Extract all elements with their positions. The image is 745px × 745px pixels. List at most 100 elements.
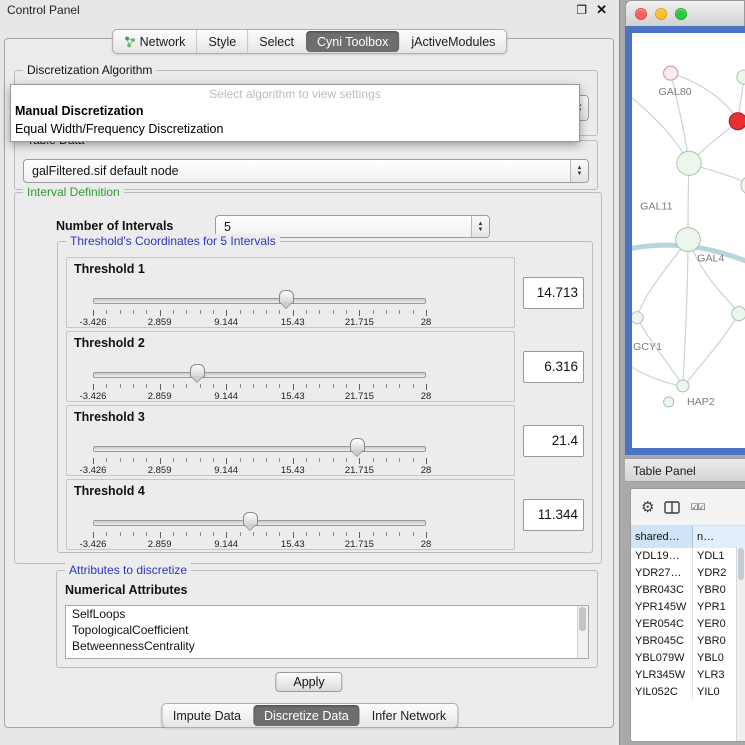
control-panel-window: Control Panel ❐ ✕ Discretization Algorit… <box>0 0 620 745</box>
tick-label: 28 <box>421 317 432 328</box>
threshold-value-field[interactable]: 6.316 <box>523 351 584 383</box>
node[interactable] <box>664 397 674 407</box>
tick-label: 28 <box>421 391 432 402</box>
tab-network[interactable]: Network <box>113 30 197 53</box>
node[interactable] <box>632 312 643 324</box>
table-row[interactable]: YDR27…YDR2 <box>631 565 745 582</box>
table-row[interactable]: YER054CYER0 <box>631 616 745 633</box>
network-nodes[interactable] <box>632 66 745 407</box>
tab-style[interactable]: Style <box>196 30 247 53</box>
numerical-attributes-list[interactable]: SelfLoopsTopologicalCoefficientBetweenne… <box>65 605 589 659</box>
threshold-slider[interactable] <box>93 368 426 380</box>
table-scrollbar[interactable] <box>736 547 745 741</box>
network-graph[interactable]: GAL80GAL11GAL4GCY1HAP2 <box>632 33 745 448</box>
tab-label: Discretize Data <box>264 709 349 723</box>
node[interactable] <box>677 380 689 392</box>
control-panel-title: Control Panel <box>0 3 80 17</box>
attributes-group: Attributes to discretize Numerical Attri… <box>56 570 598 668</box>
table-data-combobox[interactable]: galFiltered.sif default node <box>23 159 589 183</box>
node[interactable] <box>737 70 745 84</box>
column-header-1[interactable]: shared… <box>631 526 693 548</box>
tab-select[interactable]: Select <box>247 30 305 53</box>
combo-stepper-icon[interactable] <box>570 160 588 182</box>
list-item[interactable]: TopologicalCoefficient <box>66 622 588 638</box>
float-window-icon[interactable]: ❐ <box>576 0 587 20</box>
slider-ticks: -3.4262.8599.14415.4321.71528 <box>93 384 426 402</box>
screen: Control Panel ❐ ✕ Discretization Algorit… <box>0 0 745 745</box>
tab-label: Style <box>208 35 236 49</box>
table-row[interactable]: YDL19…YDL1 <box>631 548 745 565</box>
tick-label: -3.426 <box>80 317 107 328</box>
dropdown-option-equal-width-frequency[interactable]: Equal Width/Frequency Discretization <box>11 120 579 138</box>
control-panel-titlebar[interactable]: Control Panel ❐ ✕ <box>0 0 619 20</box>
slider-track <box>93 520 426 526</box>
network-window-titlebar[interactable] <box>625 0 745 26</box>
threshold-value-field[interactable]: 14.713 <box>523 277 584 309</box>
tab-impute-data[interactable]: Impute Data <box>162 704 252 727</box>
tick-label: 9.144 <box>214 465 238 476</box>
slider-ticks: -3.4262.8599.14415.4321.71528 <box>93 532 426 550</box>
traffic-light-close-icon[interactable] <box>635 8 647 20</box>
tab-jactivemodules[interactable]: jActiveModules <box>400 30 506 53</box>
cyni-bottom-tabs: Impute Data Discretize Data Infer Network <box>161 703 458 728</box>
node[interactable] <box>677 151 701 175</box>
threshold-slider[interactable] <box>93 294 426 306</box>
column-header-2[interactable]: n… <box>693 526 745 548</box>
threshold-slider[interactable] <box>93 516 426 528</box>
traffic-light-minimize-icon[interactable] <box>655 8 667 20</box>
slider-thumb-icon[interactable] <box>279 290 294 304</box>
threshold-slider[interactable] <box>93 442 426 454</box>
node[interactable] <box>732 307 745 321</box>
tick-label: 15.43 <box>281 539 305 550</box>
list-item[interactable]: SelfLoops <box>66 606 588 622</box>
threshold-label: Threshold 3 <box>74 410 145 424</box>
table-row[interactable]: YBR045CYBR0 <box>631 633 745 650</box>
threshold-panel: Threshold 2-3.4262.8599.14415.4321.71528 <box>66 331 515 402</box>
table-row[interactable]: YIL052CYIL0 <box>631 684 745 701</box>
tick-label: 28 <box>421 539 432 550</box>
tab-cyni-toolbox[interactable]: Cyni Toolbox <box>306 31 399 52</box>
tab-label: Impute Data <box>173 709 241 723</box>
tick-label: 21.715 <box>345 539 374 550</box>
table-cell: YDR27… <box>631 565 693 582</box>
table-cell: YLR345W <box>631 667 693 684</box>
tab-discretize-data[interactable]: Discretize Data <box>253 705 360 726</box>
gear-icon[interactable]: ⚙ <box>641 500 654 515</box>
traffic-light-zoom-icon[interactable] <box>675 8 687 20</box>
select-columns-icon[interactable]: ☑☑ <box>690 503 704 512</box>
threshold-panel: Threshold 1-3.4262.8599.14415.4321.71528 <box>66 257 515 328</box>
scrollbar-thumb[interactable] <box>579 607 586 631</box>
selected-node[interactable] <box>729 113 745 130</box>
threshold-row-1: Threshold 1-3.4262.8599.14415.4321.71528… <box>66 257 584 328</box>
close-icon[interactable]: ✕ <box>596 0 607 20</box>
number-of-intervals-value: 5 <box>216 220 471 234</box>
table-cell: YPR145W <box>631 599 693 616</box>
table-row[interactable]: YBR043CYBR0 <box>631 582 745 599</box>
list-item[interactable]: BetweennessCentrality <box>66 638 588 654</box>
table-row[interactable]: YLR345WYLR3 <box>631 667 745 684</box>
tick-label: 15.43 <box>281 317 305 328</box>
slider-thumb-icon[interactable] <box>350 438 365 452</box>
slider-thumb-icon[interactable] <box>243 512 258 526</box>
tab-infer-network[interactable]: Infer Network <box>361 704 457 727</box>
table-cell: YDL19… <box>631 548 693 565</box>
node[interactable] <box>676 227 700 251</box>
combo-stepper-icon[interactable] <box>471 216 489 237</box>
node-label: HAP2 <box>687 396 715 408</box>
table-row[interactable]: YPR145WYPR1 <box>631 599 745 616</box>
control-panel-body: Discretization Algorithm Select algorith… <box>4 38 614 728</box>
columns-icon[interactable] <box>664 501 680 514</box>
dropdown-option-manual-discretization[interactable]: Manual Discretization <box>11 102 579 120</box>
threshold-value-field[interactable]: 11.344 <box>523 499 584 531</box>
slider-thumb-icon[interactable] <box>190 364 205 378</box>
node[interactable] <box>741 176 745 194</box>
list-scrollbar[interactable] <box>577 606 588 658</box>
table-row[interactable]: YBL079WYBL0 <box>631 650 745 667</box>
network-canvas[interactable]: GAL80GAL11GAL4GCY1HAP2 <box>632 33 745 448</box>
scrollbar-thumb[interactable] <box>738 548 744 580</box>
table-panel-header[interactable]: Table Panel <box>625 458 745 482</box>
threshold-value-field[interactable]: 21.4 <box>523 425 584 457</box>
node-label: GAL11 <box>640 200 673 212</box>
node[interactable] <box>664 66 678 80</box>
apply-button[interactable]: Apply <box>275 672 342 692</box>
